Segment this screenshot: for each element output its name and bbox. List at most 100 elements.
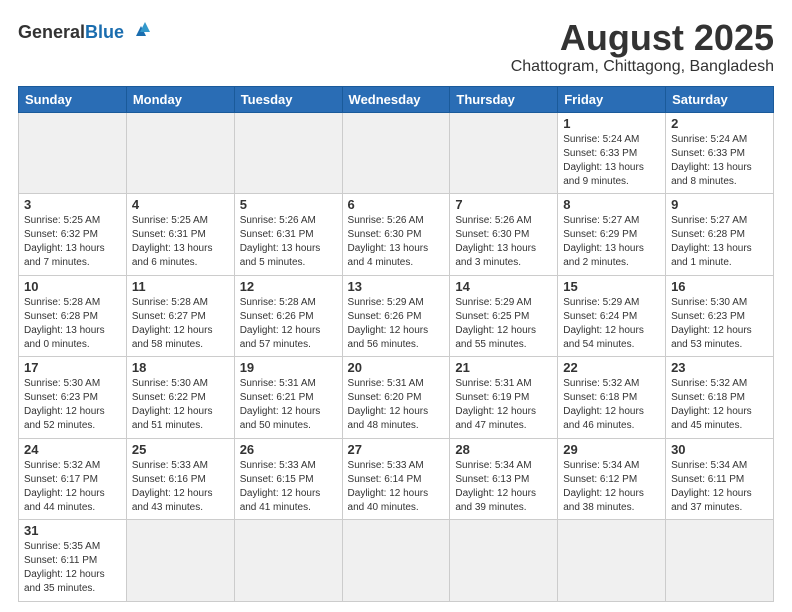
day-number: 18 [132,360,229,375]
day-info: Sunrise: 5:26 AM Sunset: 6:31 PM Dayligh… [240,214,337,270]
table-row: 10Sunrise: 5:28 AM Sunset: 6:28 PM Dayli… [19,275,127,357]
day-number: 22 [563,360,660,375]
day-info: Sunrise: 5:34 AM Sunset: 6:12 PM Dayligh… [563,459,660,515]
day-info: Sunrise: 5:33 AM Sunset: 6:14 PM Dayligh… [348,459,445,515]
table-row: 3 Sunrise: 5:25 AM Sunset: 6:32 PM Daylig… [19,194,127,276]
table-row [126,112,234,194]
day-number: 23 [671,360,768,375]
calendar: Sunday Monday Tuesday Wednesday Thursday… [18,86,774,602]
day-info: Sunrise: 5:32 AM Sunset: 6:18 PM Dayligh… [671,377,768,433]
table-row: 8Sunrise: 5:27 AM Sunset: 6:29 PM Daylig… [558,194,666,276]
table-row: 14Sunrise: 5:29 AM Sunset: 6:25 PM Dayli… [450,275,558,357]
table-row: 17Sunrise: 5:30 AM Sunset: 6:23 PM Dayli… [19,357,127,439]
col-friday: Friday [558,86,666,112]
logo-area: GeneralBlue [18,18,152,45]
day-info: Sunrise: 5:28 AM Sunset: 6:27 PM Dayligh… [132,296,229,352]
day-number: 28 [455,442,552,457]
table-row [342,520,450,602]
col-monday: Monday [126,86,234,112]
col-thursday: Thursday [450,86,558,112]
title-area: August 2025 Chattogram, Chittagong, Bang… [511,18,774,76]
day-number: 31 [24,523,121,538]
day-info: Sunrise: 5:34 AM Sunset: 6:13 PM Dayligh… [455,459,552,515]
day-number: 27 [348,442,445,457]
table-row: 1Sunrise: 5:24 AM Sunset: 6:33 PM Daylig… [558,112,666,194]
day-info: Sunrise: 5:29 AM Sunset: 6:26 PM Dayligh… [348,296,445,352]
day-number: 3 [24,197,121,212]
table-row: 4Sunrise: 5:25 AM Sunset: 6:31 PM Daylig… [126,194,234,276]
logo-icon [130,18,152,45]
day-info: Sunrise: 5:27 AM Sunset: 6:28 PM Dayligh… [671,214,768,270]
calendar-header-row: Sunday Monday Tuesday Wednesday Thursday… [19,86,774,112]
table-row: 15 Sunrise: 5:29 AM Sunset: 6:24 PM Dayli… [558,275,666,357]
table-row [450,520,558,602]
day-info: Sunrise: 5:29 AM Sunset: 6:25 PM Dayligh… [455,296,552,352]
day-info: Sunrise: 5:31 AM Sunset: 6:20 PM Dayligh… [348,377,445,433]
table-row: 9 Sunrise: 5:27 AM Sunset: 6:28 PM Daylig… [666,194,774,276]
table-row: 29Sunrise: 5:34 AM Sunset: 6:12 PM Dayli… [558,438,666,520]
day-number: 2 [671,116,768,131]
table-row: 12Sunrise: 5:28 AM Sunset: 6:26 PM Dayli… [234,275,342,357]
day-number: 6 [348,197,445,212]
sub-title: Chattogram, Chittagong, Bangladesh [511,58,774,76]
day-info: Sunrise: 5:33 AM Sunset: 6:15 PM Dayligh… [240,459,337,515]
table-row: 31 Sunrise: 5:35 AM Sunset: 6:11 PM Dayli… [19,520,127,602]
col-saturday: Saturday [666,86,774,112]
day-number: 16 [671,279,768,294]
day-info: Sunrise: 5:27 AM Sunset: 6:29 PM Dayligh… [563,214,660,270]
main-title: August 2025 [511,18,774,58]
table-row [19,112,127,194]
col-tuesday: Tuesday [234,86,342,112]
table-row: 28 Sunrise: 5:34 AM Sunset: 6:13 PM Dayli… [450,438,558,520]
day-number: 24 [24,442,121,457]
day-number: 20 [348,360,445,375]
day-info: Sunrise: 5:30 AM Sunset: 6:22 PM Dayligh… [132,377,229,433]
table-row: 16Sunrise: 5:30 AM Sunset: 6:23 PM Dayli… [666,275,774,357]
table-row [558,520,666,602]
table-row: 30 Sunrise: 5:34 AM Sunset: 6:11 PM Dayli… [666,438,774,520]
day-info: Sunrise: 5:31 AM Sunset: 6:21 PM Dayligh… [240,377,337,433]
table-row: 6 Sunrise: 5:26 AM Sunset: 6:30 PM Daylig… [342,194,450,276]
day-number: 15 [563,279,660,294]
day-number: 30 [671,442,768,457]
day-number: 19 [240,360,337,375]
table-row: 13 Sunrise: 5:29 AM Sunset: 6:26 PM Dayli… [342,275,450,357]
day-info: Sunrise: 5:28 AM Sunset: 6:26 PM Dayligh… [240,296,337,352]
day-info: Sunrise: 5:26 AM Sunset: 6:30 PM Dayligh… [455,214,552,270]
day-number: 21 [455,360,552,375]
col-wednesday: Wednesday [342,86,450,112]
table-row: 5Sunrise: 5:26 AM Sunset: 6:31 PM Daylig… [234,194,342,276]
day-number: 1 [563,116,660,131]
day-info: Sunrise: 5:29 AM Sunset: 6:24 PM Dayligh… [563,296,660,352]
table-row [234,112,342,194]
table-row: 2Sunrise: 5:24 AM Sunset: 6:33 PM Daylig… [666,112,774,194]
day-info: Sunrise: 5:32 AM Sunset: 6:18 PM Dayligh… [563,377,660,433]
table-row: 11 Sunrise: 5:28 AM Sunset: 6:27 PM Dayli… [126,275,234,357]
day-info: Sunrise: 5:30 AM Sunset: 6:23 PM Dayligh… [24,377,121,433]
table-row [450,112,558,194]
day-info: Sunrise: 5:26 AM Sunset: 6:30 PM Dayligh… [348,214,445,270]
day-info: Sunrise: 5:25 AM Sunset: 6:32 PM Dayligh… [24,214,121,270]
col-sunday: Sunday [19,86,127,112]
table-row [342,112,450,194]
table-row: 20 Sunrise: 5:31 AM Sunset: 6:20 PM Dayli… [342,357,450,439]
table-row: 26 Sunrise: 5:33 AM Sunset: 6:15 PM Dayli… [234,438,342,520]
logo-blue: Blue [85,22,124,42]
day-number: 26 [240,442,337,457]
logo-general: General [18,22,85,42]
table-row: 23 Sunrise: 5:32 AM Sunset: 6:18 PM Dayli… [666,357,774,439]
day-info: Sunrise: 5:35 AM Sunset: 6:11 PM Dayligh… [24,540,121,596]
logo-text: GeneralBlue [18,23,124,41]
page: GeneralBlue August 2025 Chattogram, Chit… [0,0,792,612]
table-row: 7Sunrise: 5:26 AM Sunset: 6:30 PM Daylig… [450,194,558,276]
table-row: 19 Sunrise: 5:31 AM Sunset: 6:21 PM Dayli… [234,357,342,439]
day-info: Sunrise: 5:34 AM Sunset: 6:11 PM Dayligh… [671,459,768,515]
day-number: 11 [132,279,229,294]
day-number: 13 [348,279,445,294]
table-row: 27 Sunrise: 5:33 AM Sunset: 6:14 PM Dayli… [342,438,450,520]
table-row [126,520,234,602]
table-row [234,520,342,602]
day-info: Sunrise: 5:25 AM Sunset: 6:31 PM Dayligh… [132,214,229,270]
table-row: 24Sunrise: 5:32 AM Sunset: 6:17 PM Dayli… [19,438,127,520]
day-number: 9 [671,197,768,212]
